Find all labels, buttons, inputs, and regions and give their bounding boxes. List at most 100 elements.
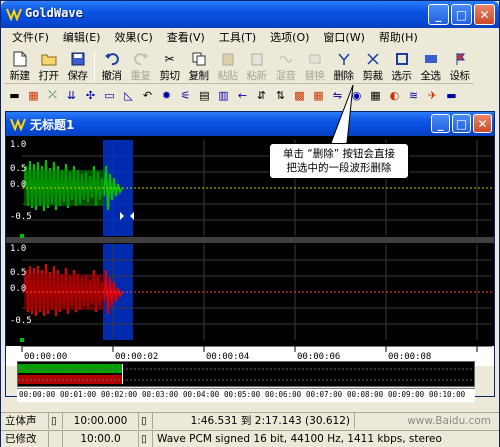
effect-rewind-icon[interactable]: ↶ <box>138 86 157 104</box>
mix-button[interactable]: 混音 <box>271 49 300 83</box>
goldwave-logo-icon <box>10 118 26 131</box>
open-label: 打开 <box>38 70 60 82</box>
status-channel: 立体声 <box>1 413 49 429</box>
doc-close-button[interactable]: ✕ <box>473 114 492 133</box>
paste-button[interactable]: 粘贴 <box>213 49 242 83</box>
menu-edit[interactable]: 编辑(E) <box>56 28 108 48</box>
waveform-area[interactable]: 1.0 0.5 0.0 -0.5 1.0 0.5 0.0 -0.5 00:00:… <box>6 136 494 396</box>
menu-file[interactable]: 文件(F) <box>5 28 56 48</box>
effect-eq-icon[interactable]: ⚟ <box>176 86 195 104</box>
set-marker-button[interactable]: 设标 <box>445 49 474 83</box>
redo-button[interactable]: 重复 <box>126 49 155 83</box>
copy-button[interactable]: 复制 <box>184 49 213 83</box>
close-button[interactable]: ✕ <box>474 4 495 25</box>
status-row-2: 已修改 10:00.0 ▯ Wave PCM signed 16 bit, 44… <box>1 430 499 447</box>
cut-label: 剪切 <box>159 70 181 82</box>
undo-icon <box>104 51 120 67</box>
menu-bar: 文件(F) 编辑(E) 效果(C) 查看(V) 工具(T) 选项(O) 窗口(W… <box>1 28 499 48</box>
effect-silence-icon[interactable]: ▦ <box>366 86 385 104</box>
effect-stereo-icon[interactable]: ◐ <box>385 86 404 104</box>
effect-reverb-icon[interactable]: ◉ <box>347 86 366 104</box>
effect-fade-icon[interactable]: ◺ <box>119 86 138 104</box>
effect-spectrum-icon[interactable]: ▥ <box>214 86 233 104</box>
new-button[interactable]: 新建 <box>5 49 34 83</box>
doc-minimize-button[interactable]: _ <box>431 114 450 133</box>
status-modified: 已修改 <box>1 431 49 447</box>
toolbar-separator <box>94 51 95 81</box>
show-selection-label: 选示 <box>391 70 413 82</box>
effect-pan-icon[interactable]: ⤫ <box>43 86 62 104</box>
status-bar: 立体声 ▯ 10:00.000 ▯ 1:46.531 到 2:17.143 (3… <box>1 412 499 447</box>
paste-new-button[interactable]: 粘新 <box>242 49 271 83</box>
y-label-bottom-1: 1.0 <box>10 244 27 254</box>
effect-pitch-icon[interactable]: ⇅ <box>271 86 290 104</box>
effect-resample-icon[interactable]: ⇋ <box>328 86 347 104</box>
overview-time-axis: 00:00:00 00:01:00 00:02:00 00:03:00 00:0… <box>17 388 475 402</box>
maximize-button[interactable]: □ <box>451 4 472 25</box>
replace-button[interactable]: 替换 <box>300 49 329 83</box>
redo-label: 重复 <box>130 70 152 82</box>
effect-echo-icon[interactable]: ▭ <box>100 86 119 104</box>
select-all-icon <box>423 51 439 67</box>
status-lock-icon <box>49 431 63 447</box>
effect-time-warp-icon[interactable]: ≋ <box>404 86 423 104</box>
y-label-bottom-0-5: 0.5 <box>10 268 27 278</box>
effect-vocal-icon[interactable]: ✈ <box>423 86 442 104</box>
doc-maximize-button[interactable]: □ <box>452 114 471 133</box>
effect-compress-icon[interactable]: ✣ <box>81 86 100 104</box>
show-selection-icon <box>394 51 410 67</box>
menu-effects[interactable]: 效果(C) <box>107 28 159 48</box>
replace-label: 替换 <box>304 70 326 82</box>
undo-label: 撤消 <box>101 70 123 82</box>
trim-icon <box>365 51 381 67</box>
ov-time-label: 00:07:00 <box>306 390 343 399</box>
select-all-button[interactable]: 全选 <box>416 49 445 83</box>
effect-volume-icon[interactable]: ▬ <box>442 86 461 104</box>
save-label: 保存 <box>67 70 89 82</box>
y-label-top-1: 1.0 <box>10 140 27 150</box>
trim-button[interactable]: 剪裁 <box>358 49 387 83</box>
ov-time-label: 00:00:00 <box>19 390 56 399</box>
effect-mix-icon[interactable]: ▦ <box>24 86 43 104</box>
delete-button[interactable]: 删除 <box>329 49 358 83</box>
effect-gear-icon[interactable]: ✹ <box>157 86 176 104</box>
effect-reverse-icon[interactable]: ← <box>233 86 252 104</box>
minimize-button[interactable]: _ <box>428 4 449 25</box>
effect-noise-icon[interactable]: ▩ <box>290 86 309 104</box>
effect-invert-icon[interactable]: ⇵ <box>252 86 271 104</box>
ov-time-label: 00:01:00 <box>60 390 97 399</box>
effect-dc-offset-icon[interactable]: ▬ <box>5 86 24 104</box>
show-selection-button[interactable]: 选示 <box>387 49 416 83</box>
paste-new-icon <box>249 51 265 67</box>
status-watermark: www.Baidu.com <box>407 415 491 427</box>
new-label: 新建 <box>9 70 31 82</box>
goldwave-logo-icon <box>6 8 22 21</box>
undo-button[interactable]: 撤消 <box>97 49 126 83</box>
save-button[interactable]: 保存 <box>63 49 92 83</box>
ov-time-label: 00:04:00 <box>183 390 220 399</box>
paste-icon <box>220 51 236 67</box>
cut-button[interactable]: ✂ 剪切 <box>155 49 184 83</box>
effect-filter-icon[interactable]: ▤ <box>195 86 214 104</box>
set-marker-icon <box>452 51 468 67</box>
menu-help[interactable]: 帮助(H) <box>372 28 425 48</box>
overview-waveform[interactable] <box>17 361 475 387</box>
ov-time-label: 00:08:00 <box>347 390 384 399</box>
trim-label: 剪裁 <box>362 70 384 82</box>
callout-line-2: 把选中的一段波形删除 <box>286 162 392 174</box>
effect-playback-rate-icon[interactable]: ▦ <box>309 86 328 104</box>
open-button[interactable]: 打开 <box>34 49 63 83</box>
ov-time-label: 00:10:00 <box>429 390 466 399</box>
title-bar: GoldWave _ □ ✕ <box>1 1 499 28</box>
callout-line-1: 单击 “删除” 按钮会直接 <box>282 148 396 160</box>
open-folder-icon <box>41 51 57 67</box>
menu-tools[interactable]: 工具(T) <box>212 28 263 48</box>
effect-doppler-icon[interactable]: ⇊ <box>62 86 81 104</box>
ov-time-label: 00:02:00 <box>101 390 138 399</box>
callout-annotation: 单击 “删除” 按钮会直接 把选中的一段波形删除 <box>269 143 409 179</box>
menu-options[interactable]: 选项(O) <box>263 28 316 48</box>
delete-label: 删除 <box>333 70 355 82</box>
ov-time-label: 00:05:00 <box>224 390 261 399</box>
menu-view[interactable]: 查看(V) <box>160 28 212 48</box>
menu-window[interactable]: 窗口(W) <box>316 28 371 48</box>
